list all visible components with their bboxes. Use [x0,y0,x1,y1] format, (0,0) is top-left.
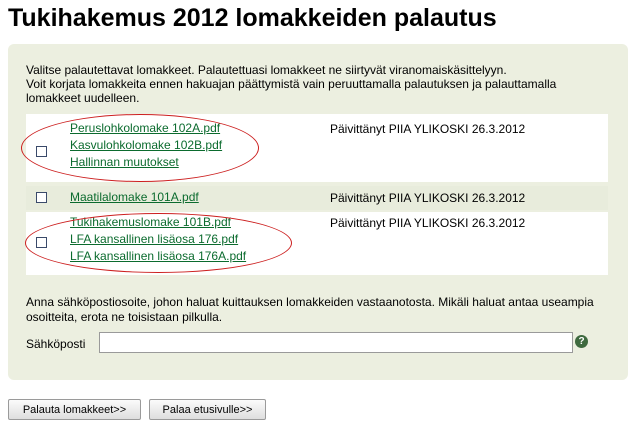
form-group-1: Peruslohkolomake 102A.pdf Kasvulohkoloma… [26,114,608,182]
form-group-2-checkbox[interactable] [36,192,47,203]
form-group-1-checkbox[interactable] [36,146,47,157]
link-maatilalomake[interactable]: Maatilalomake 101A.pdf [70,189,199,206]
link-tukihakemuslomake[interactable]: Tukihakemuslomake 101B.pdf [70,214,246,231]
form-group-3: Tukihakemuslomake 101B.pdf LFA kansallin… [26,212,608,275]
submit-forms-button[interactable]: Palauta lomakkeet>> [8,399,141,420]
updated-by: Päivittänyt PIIA YLIKOSKI 26.3.2012 [330,216,526,230]
intro-line-2: Voit korjata lomakkeita ennen hakuajan p… [26,77,557,105]
email-field[interactable] [99,332,573,353]
form-group-3-checkbox[interactable] [36,237,47,248]
intro-line-1: Valitse palautettavat lomakkeet. Palaute… [26,63,507,77]
email-label: Sähköposti [26,337,86,351]
link-kasvulohkolomake[interactable]: Kasvulohkolomake 102B.pdf [70,137,222,154]
form-group-2-links: Maatilalomake 101A.pdf [70,189,199,206]
form-group-2: Maatilalomake 101A.pdf Päivittänyt PIIA … [26,186,608,210]
question-icon[interactable]: ? [575,335,588,348]
link-hallinnan-muutokset[interactable]: Hallinnan muutokset [70,154,222,171]
page-title: Tukihakemus 2012 lomakkeiden palautus [8,4,497,32]
form-group-1-links: Peruslohkolomake 102A.pdf Kasvulohkoloma… [70,120,222,171]
updated-by: Päivittänyt PIIA YLIKOSKI 26.3.2012 [330,191,526,205]
back-to-home-button[interactable]: Palaa etusivulle>> [149,399,266,420]
email-instructions: Anna sähköpostiosoite, johon haluat kuit… [26,295,594,324]
form-group-3-links: Tukihakemuslomake 101B.pdf LFA kansallin… [70,214,246,265]
intro-text: Valitse palautettavat lomakkeet. Palaute… [26,63,596,105]
link-lfa-176a[interactable]: LFA kansallinen lisäosa 176A.pdf [70,248,246,265]
link-lfa-176[interactable]: LFA kansallinen lisäosa 176.pdf [70,231,246,248]
updated-by: Päivittänyt PIIA YLIKOSKI 26.3.2012 [330,122,526,136]
link-peruslohkolomake[interactable]: Peruslohkolomake 102A.pdf [70,120,222,137]
